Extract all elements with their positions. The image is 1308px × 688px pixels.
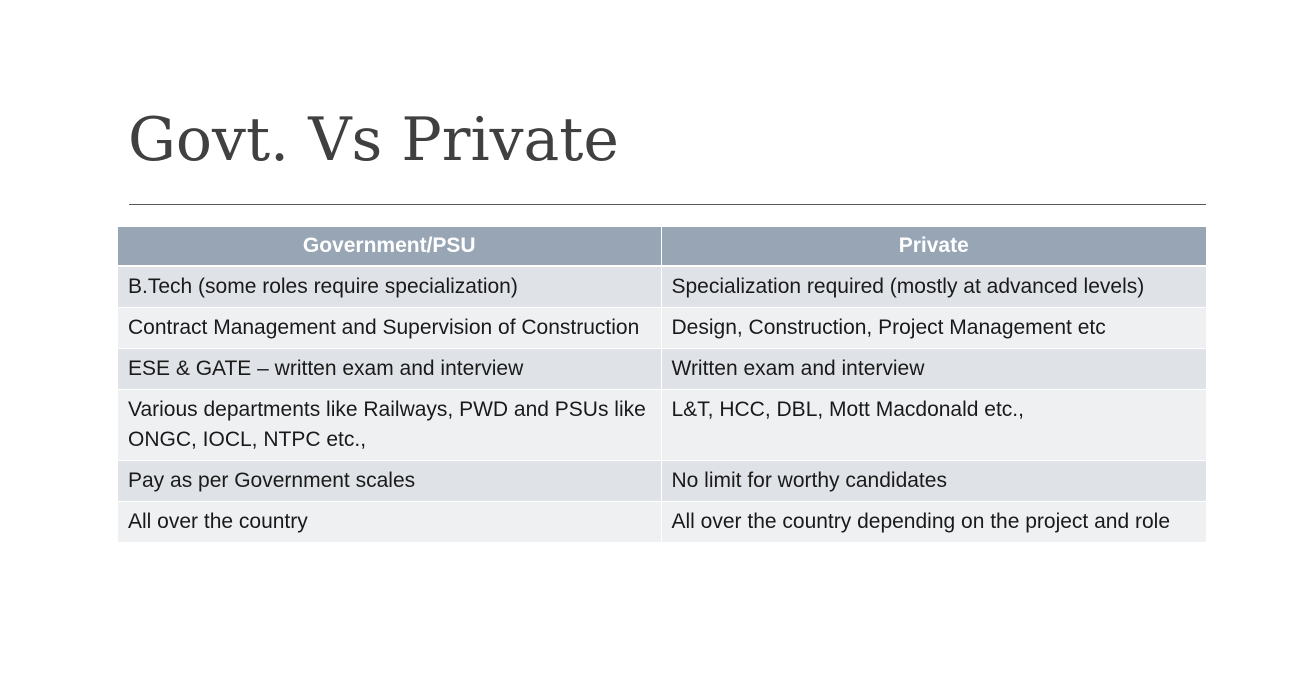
cell-private: Written exam and interview <box>661 348 1206 390</box>
comparison-table: Government/PSU Private B.Tech (some role… <box>118 227 1206 543</box>
cell-government: Various departments like Railways, PWD a… <box>118 389 662 461</box>
header-private: Private <box>661 227 1206 267</box>
cell-private: Design, Construction, Project Management… <box>661 307 1206 349</box>
table-header: Government/PSU Private <box>118 227 1206 267</box>
table-row: Pay as per Government scales No limit fo… <box>118 460 1206 502</box>
header-government-psu: Government/PSU <box>118 227 662 267</box>
table-body: B.Tech (some roles require specializatio… <box>118 266 1206 543</box>
slide-title: Govt. Vs Private <box>128 105 619 175</box>
table-row: ESE & GATE – written exam and interview … <box>118 348 1206 390</box>
cell-private: L&T, HCC, DBL, Mott Macdonald etc., <box>661 389 1206 461</box>
table-row: Various departments like Railways, PWD a… <box>118 389 1206 461</box>
table-row: All over the country All over the countr… <box>118 501 1206 543</box>
table-row: Contract Management and Supervision of C… <box>118 307 1206 349</box>
cell-private: Specialization required (mostly at advan… <box>661 266 1206 308</box>
title-divider <box>129 204 1206 205</box>
cell-government: ESE & GATE – written exam and interview <box>118 348 662 390</box>
cell-private: All over the country depending on the pr… <box>661 501 1206 543</box>
table-row: B.Tech (some roles require specializatio… <box>118 266 1206 308</box>
cell-government: B.Tech (some roles require specializatio… <box>118 266 662 308</box>
cell-government: Pay as per Government scales <box>118 460 662 502</box>
cell-government: All over the country <box>118 501 662 543</box>
header-row: Government/PSU Private <box>118 227 1206 267</box>
cell-private: No limit for worthy candidates <box>661 460 1206 502</box>
cell-government: Contract Management and Supervision of C… <box>118 307 662 349</box>
